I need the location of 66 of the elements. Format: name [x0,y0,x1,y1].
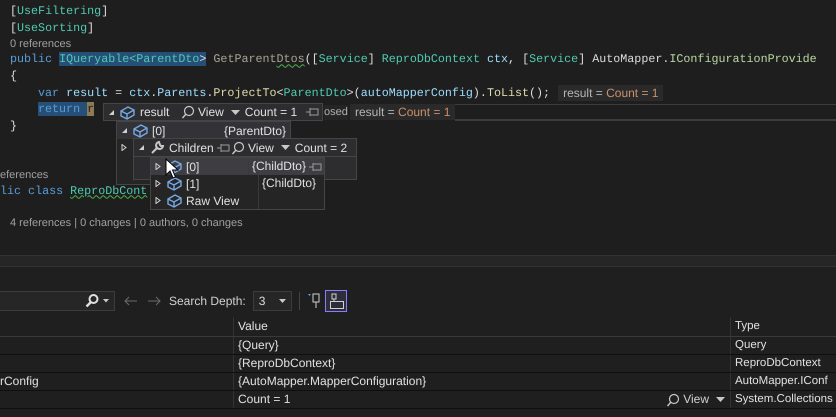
expander-icon[interactable] [155,163,162,170]
expander-icon[interactable] [121,127,128,134]
table-cell: {ReproDbContext} [233,355,730,372]
search-depth-dropdown[interactable]: 3 [252,291,292,311]
code-lens[interactable]: eferences [0,168,48,181]
search-icon [182,105,196,119]
code-lens[interactable]: 0 references [10,38,72,50]
raw-values-toggle[interactable] [324,290,347,312]
mouse-pointer-icon [165,158,179,180]
caret-icon [278,299,286,303]
column-header[interactable]: Value [233,317,730,336]
pin-text-icon [328,293,344,309]
caret-icon [230,110,240,114]
code-lens[interactable]: 4 references | 0 changes | 0 authors, 0 changes [10,217,243,230]
code-line: public IQueryable<ParentDto> GetParentDtos([Service] ReproDbContext ctx, [Service] AutoMapper.IConfigurationProvide [10,52,817,66]
view-button[interactable]: View [667,391,730,408]
caret-icon [103,299,109,303]
cube-icon [133,123,148,138]
code-line: return r [38,102,94,116]
code-line: [UseSorting] [10,20,94,35]
expander-icon[interactable] [155,197,162,204]
table-cell: ReproDbContext [730,355,836,372]
search-icon [232,140,246,154]
expander-icon[interactable] [121,144,128,151]
variable-value: Count = 1 [244,105,298,119]
view-button[interactable]: View [232,140,295,154]
variable-name: Children [169,140,214,154]
code-line: var result = ctx.Parents.ProjectTo<ParentDto>(autoMapperConfig).ToList(); [38,86,550,100]
expander-icon[interactable] [108,108,115,116]
table-cell: System.Collections [730,391,836,408]
back-arrow-icon[interactable] [124,296,138,306]
caret-icon [716,397,725,402]
expander-icon[interactable] [155,180,162,187]
table-cell: {AutoMapper.MapperConfiguration} [233,373,730,390]
table-cell-text: rConfig [0,373,40,390]
code-line: } [10,118,18,133]
column-header[interactable]: Type [730,317,836,336]
datatip-row[interactable]: Raw View [151,192,324,209]
inline-value-hint: osed [324,105,348,120]
inline-value-hint: result = Count = 1 [350,104,456,120]
code-line: lic class ReproDbCont [0,184,148,198]
pin-icon[interactable] [305,105,320,119]
code-line: { [10,69,18,84]
table-cell: Count = 1 View [233,391,730,408]
datatip-row[interactable]: [0] {ChildDto} [151,158,324,175]
variable-name: result [140,105,170,119]
view-button[interactable]: View [182,105,245,119]
search-field[interactable] [0,291,115,311]
table-cell: Query [730,337,836,354]
inline-value-hint: result = Count = 1 [558,84,664,101]
cube-icon [167,176,182,191]
table-cell: AutoMapper.IConf [730,373,836,390]
pin-icon[interactable] [306,293,321,309]
cube-icon [167,193,182,208]
expander-icon[interactable] [138,144,145,151]
variable-value: Count = 2 [294,140,348,154]
code-line: [UseFiltering] [10,4,108,18]
forward-arrow-icon[interactable] [147,296,161,306]
search-icon [667,392,682,406]
caret-icon [280,145,290,150]
search-icon [85,294,99,308]
datatip-row[interactable]: [0] {ParentDto} [117,122,290,139]
wrench-icon [150,140,165,155]
cube-icon [120,104,135,120]
table-cell: {Query} [233,337,730,354]
search-depth-label: Search Depth: [169,294,246,308]
